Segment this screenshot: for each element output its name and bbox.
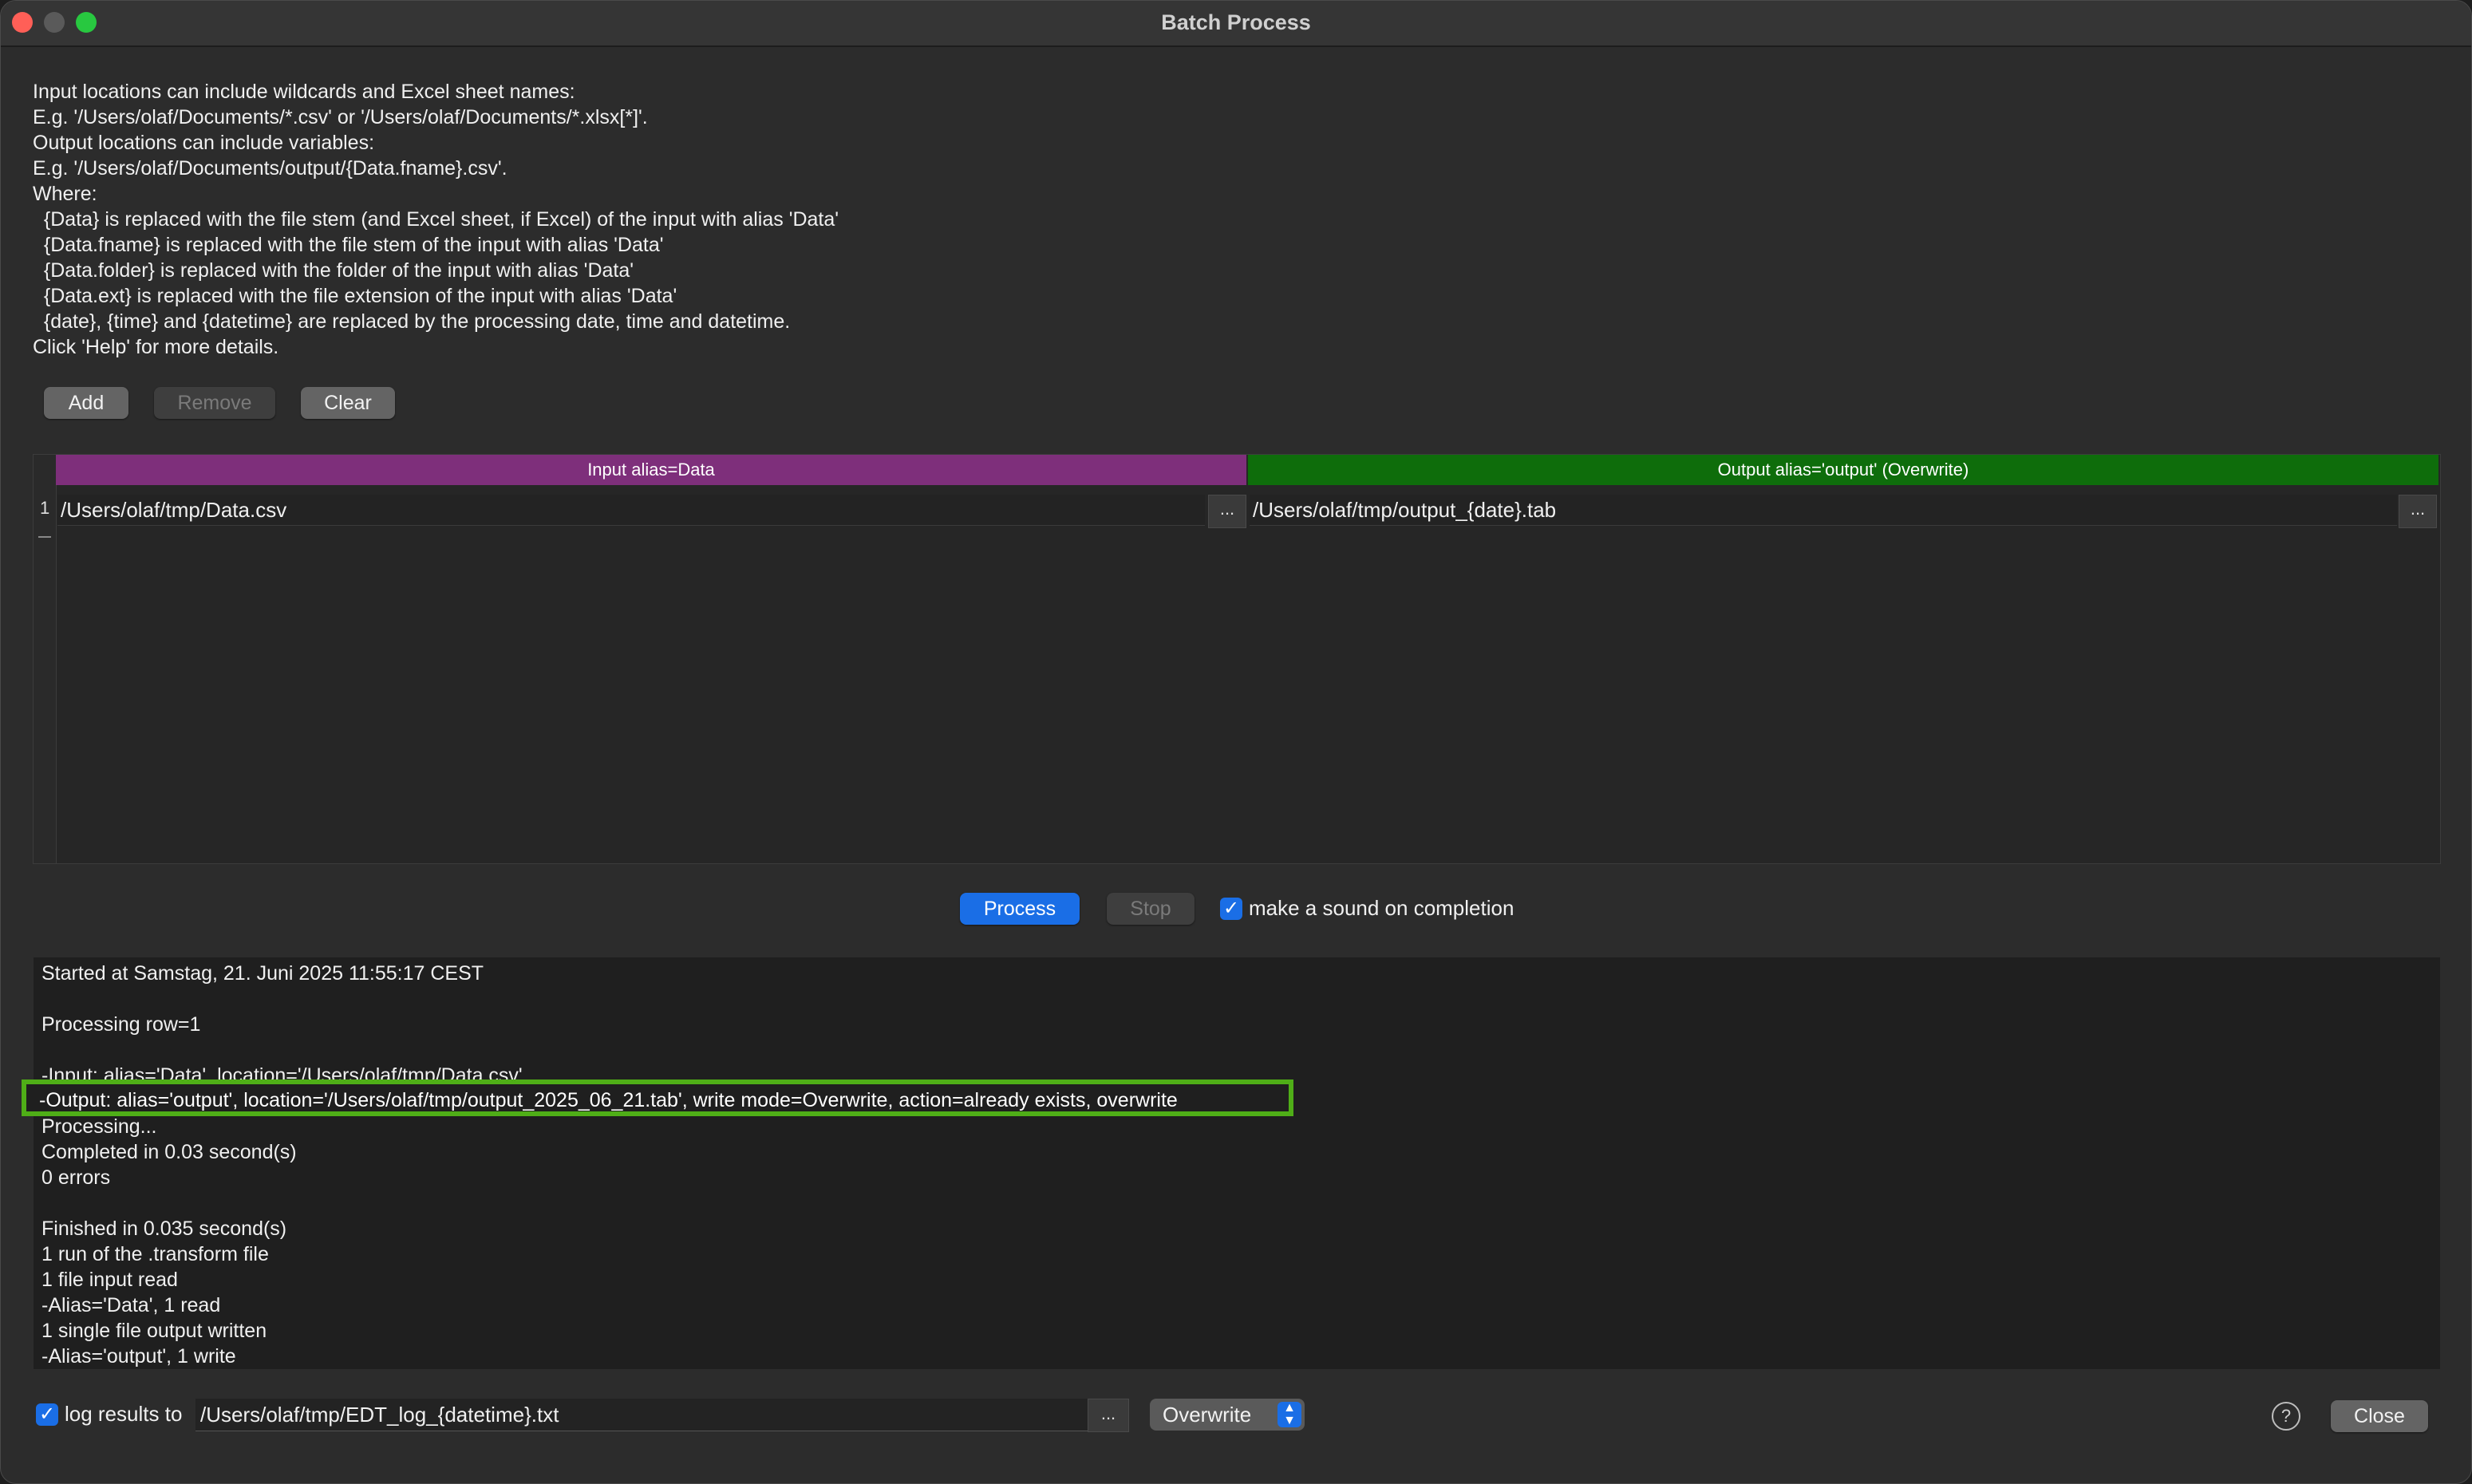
help-line: Click 'Help' for more details. — [33, 336, 279, 358]
select-arrows-icon: ▲ ▼ — [1277, 1402, 1301, 1427]
log-browse-button[interactable]: ... — [1088, 1399, 1129, 1432]
window-title: Batch Process — [1161, 10, 1311, 34]
title-bar: Batch Process — [1, 1, 2471, 47]
stop-button[interactable]: Stop — [1107, 893, 1195, 925]
log-path-field[interactable]: /Users/olaf/tmp/EDT_log_{datetime}.txt — [195, 1399, 1088, 1431]
log-line: 1 run of the .transform file — [41, 1243, 269, 1265]
log-line: 1 single file output written — [41, 1320, 267, 1342]
location-grid: Input alias=Data Output alias='output' (… — [33, 454, 2441, 864]
row-marker — [38, 536, 51, 538]
help-text: Input locations can include wildcards an… — [33, 79, 839, 360]
log-line: -Alias='output', 1 write — [41, 1345, 236, 1368]
input-path-cell[interactable]: /Users/olaf/tmp/Data.csv — [57, 495, 1205, 526]
help-line: Where: — [33, 183, 97, 205]
highlighted-log-line: -Output: alias='output', location='/User… — [39, 1089, 1178, 1111]
input-browse-button[interactable]: ... — [1208, 495, 1246, 528]
help-line: {date}, {time} and {datetime} are replac… — [33, 310, 791, 333]
log-results-checkbox[interactable]: ✓ — [36, 1403, 58, 1426]
sound-checkbox[interactable]: ✓ — [1220, 898, 1242, 920]
write-mode-value: Overwrite — [1163, 1403, 1252, 1427]
help-line: {Data.ext} is replaced with the file ext… — [33, 285, 677, 307]
log-line: 0 errors — [41, 1166, 111, 1189]
log-output[interactable]: Started at Samstag, 21. Juni 2025 11:55:… — [33, 957, 2441, 1370]
help-line: {Data} is replaced with the file stem (a… — [33, 208, 839, 231]
help-line: {Data.fname} is replaced with the file s… — [33, 234, 664, 256]
output-path-cell[interactable]: /Users/olaf/tmp/output_{date}.tab — [1250, 495, 2397, 526]
help-line: Input locations can include wildcards an… — [33, 81, 575, 103]
add-button[interactable]: Add — [44, 387, 128, 419]
process-button[interactable]: Process — [960, 893, 1080, 925]
output-browse-button[interactable]: ... — [2399, 495, 2437, 528]
input-column-header[interactable]: Input alias=Data — [56, 455, 1246, 485]
log-lines: Started at Samstag, 21. Juni 2025 11:55:… — [41, 961, 523, 1369]
log-line: Processing row=1 — [41, 1013, 201, 1036]
log-line: Finished in 0.035 second(s) — [41, 1218, 287, 1240]
clear-button[interactable]: Clear — [301, 387, 395, 419]
output-column-header[interactable]: Output alias='output' (Overwrite) — [1248, 455, 2438, 485]
log-results-label: log results to — [65, 1402, 183, 1426]
close-button[interactable]: Close — [2331, 1400, 2428, 1432]
log-line: Started at Samstag, 21. Juni 2025 11:55:… — [41, 962, 484, 985]
remove-button[interactable]: Remove — [154, 387, 275, 419]
log-line: Processing... — [41, 1115, 157, 1138]
write-mode-select[interactable]: Overwrite ▲ ▼ — [1150, 1399, 1305, 1431]
help-line: Output locations can include variables: — [33, 132, 375, 154]
help-icon[interactable]: ? — [2272, 1402, 2300, 1431]
help-line: {Data.folder} is replaced with the folde… — [33, 259, 634, 282]
sound-label: make a sound on completion — [1249, 896, 1514, 920]
help-line: E.g. '/Users/olaf/Documents/*.csv' or '/… — [33, 106, 648, 128]
help-line: E.g. '/Users/olaf/Documents/output/{Data… — [33, 157, 507, 180]
row-number: 1 — [40, 498, 50, 518]
batch-process-window: Batch Process Input locations can includ… — [0, 0, 2472, 1484]
log-line: Completed in 0.03 second(s) — [41, 1141, 297, 1163]
log-line: 1 file input read — [41, 1269, 178, 1291]
log-line: -Alias='Data', 1 read — [41, 1294, 221, 1316]
